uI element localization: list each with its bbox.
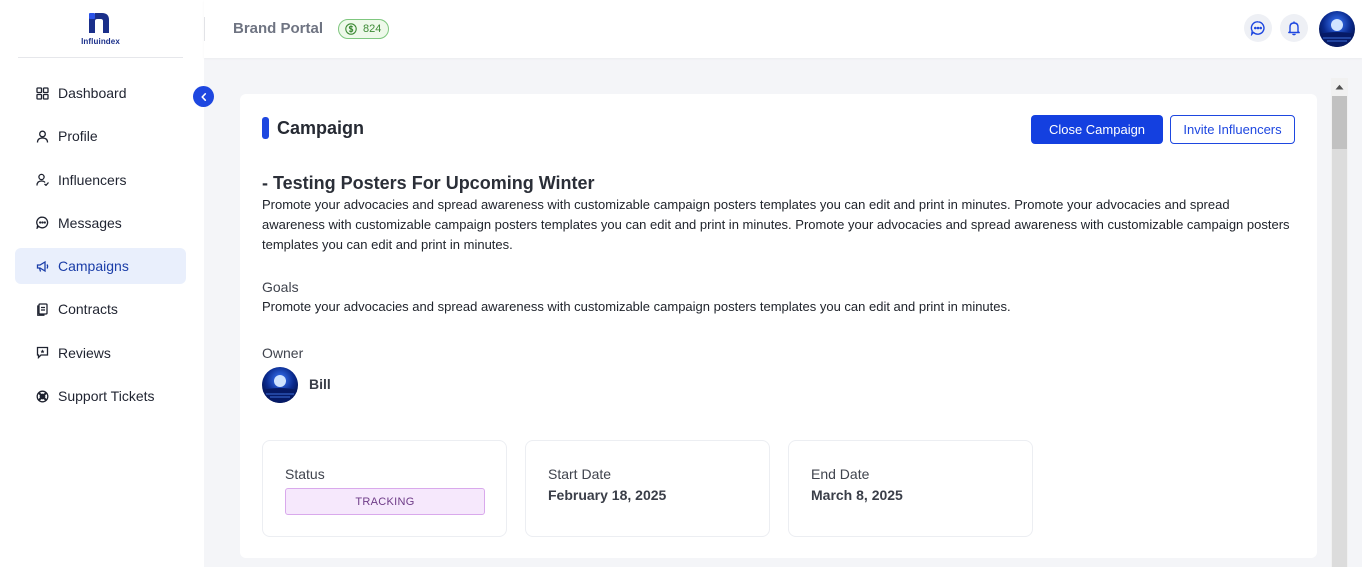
status-card: Status TRACKING: [262, 440, 507, 537]
end-date-value: March 8, 2025: [811, 487, 903, 503]
invite-influencers-button[interactable]: Invite Influencers: [1170, 115, 1295, 144]
coin-count: 824: [363, 23, 382, 35]
sidebar-item-reviews[interactable]: Reviews: [15, 335, 186, 371]
section-title: Campaign: [277, 117, 365, 138]
user-check-icon: [36, 173, 49, 187]
sidebar-item-campaigns[interactable]: Campaigns: [15, 248, 186, 285]
sidebar-item-dashboard[interactable]: Dashboard: [15, 75, 186, 111]
sidebar-item-profile[interactable]: Profile: [15, 118, 186, 154]
influindex-logo-icon: [89, 13, 109, 33]
owner-avatar[interactable]: [262, 367, 298, 403]
sidebar-nav: Dashboard Profile Influencers Messages C…: [15, 75, 186, 421]
goals-heading: Goals: [262, 279, 299, 295]
sidebar-item-messages[interactable]: Messages: [15, 205, 186, 241]
collapse-sidebar-button[interactable]: [193, 86, 214, 107]
review-icon: [36, 346, 49, 360]
end-date-card: End Date March 8, 2025: [788, 440, 1033, 537]
sidebar-item-label: Support Tickets: [58, 388, 155, 405]
campaign-description: Promote your advocacies and spread aware…: [262, 197, 1290, 252]
status-badge: TRACKING: [285, 488, 485, 515]
messages-button[interactable]: [1244, 14, 1272, 42]
grid-icon: [36, 86, 49, 100]
user-icon: [36, 130, 49, 143]
sidebar-item-label: Messages: [58, 214, 122, 231]
vertical-scrollbar[interactable]: [1331, 78, 1348, 567]
user-avatar[interactable]: [1319, 11, 1355, 47]
sidebar-item-label: Campaigns: [58, 258, 129, 275]
campaign-card: Campaign Close Campaign Invite Influence…: [240, 94, 1317, 558]
lifebuoy-icon: [36, 390, 49, 403]
start-date-label: Start Date: [548, 466, 612, 482]
close-campaign-button[interactable]: Close Campaign: [1031, 115, 1163, 144]
chat-icon: [1250, 21, 1265, 36]
avatar-image: [262, 367, 298, 403]
sidebar-item-contracts[interactable]: Contracts: [15, 291, 186, 327]
sidebar-item-label: Contracts: [58, 301, 118, 318]
coin-balance-badge[interactable]: 824: [338, 19, 390, 39]
megaphone-icon: [36, 260, 49, 273]
avatar-image: [1319, 11, 1355, 47]
sidebar-item-label: Dashboard: [58, 85, 127, 101]
sidebar-item-influencers[interactable]: Influencers: [15, 162, 186, 198]
start-date-value: February 18, 2025: [548, 487, 667, 503]
sidebar: Influindex Dashboard Profile Influencers…: [0, 0, 204, 567]
logo[interactable]: Influindex: [18, 0, 183, 58]
divider: [204, 17, 205, 41]
start-date-card: Start Date February 18, 2025: [525, 440, 770, 537]
sidebar-item-support-tickets[interactable]: Support Tickets: [15, 378, 186, 414]
sidebar-item-label: Profile: [58, 128, 98, 145]
owner-heading: Owner: [262, 345, 304, 361]
notifications-button[interactable]: [1280, 14, 1308, 42]
page-title: Brand Portal: [233, 20, 324, 37]
campaign-name: - Testing Posters For Upcoming Winter: [262, 173, 595, 193]
message-icon: [36, 216, 49, 230]
goals-text: Promote your advocacies and spread aware…: [262, 299, 1011, 314]
sidebar-item-label: Influencers: [58, 171, 127, 188]
triangle-up-icon: [1335, 84, 1344, 89]
scroll-up-button[interactable]: [1331, 78, 1348, 95]
coin-icon: [345, 23, 357, 35]
bell-icon: [1288, 21, 1300, 36]
chevron-left-icon: [200, 92, 206, 101]
top-bar: Brand Portal 824: [204, 0, 1362, 58]
end-date-label: End Date: [811, 466, 870, 482]
status-label: Status: [285, 466, 325, 482]
file-icon: [36, 303, 49, 316]
scrollbar-thumb[interactable]: [1332, 96, 1347, 149]
owner-name: Bill: [309, 376, 331, 392]
title-accent: [262, 117, 269, 139]
card-header: Campaign: [262, 117, 364, 139]
scrollbar-track[interactable]: [1332, 149, 1347, 567]
sidebar-item-label: Reviews: [58, 344, 111, 361]
logo-text: Influindex: [81, 37, 120, 46]
